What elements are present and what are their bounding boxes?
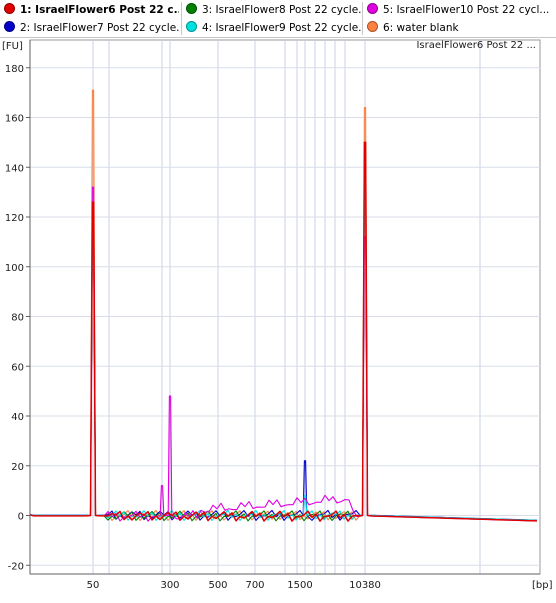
legend-item-label: 3: IsraelFlower8 Post 22 cycle... xyxy=(202,4,361,16)
legend-marker-icon xyxy=(367,21,378,32)
legend-item-sample-6[interactable]: 6: water blank xyxy=(367,19,555,37)
y-tick-label: 40 xyxy=(11,412,24,423)
legend-item-label: 6: water blank xyxy=(383,22,459,34)
y-tick-label: 180 xyxy=(5,64,24,75)
legend-item-sample-2[interactable]: 2: IsraelFlower7 Post 22 cycle... xyxy=(4,19,179,37)
x-tick-label: 50 xyxy=(87,580,100,591)
y-tick-label: -20 xyxy=(8,561,24,572)
legend-item-label: 2: IsraelFlower7 Post 22 cycle... xyxy=(20,22,179,34)
legend-item-sample-5[interactable]: 5: IsraelFlower10 Post 22 cycl... xyxy=(367,1,555,19)
y-tick-label: 0 xyxy=(18,512,24,523)
legend-item-label: 1: IsraelFlower6 Post 22 c... xyxy=(20,4,179,16)
y-unit-label: [FU] xyxy=(2,41,23,52)
y-tick-label: 100 xyxy=(5,263,24,274)
y-tick-label: 120 xyxy=(5,213,24,224)
legend-item-sample-3[interactable]: 3: IsraelFlower8 Post 22 cycle... xyxy=(186,1,361,19)
legend-item-sample-4[interactable]: 4: IsraelFlower9 Post 22 cycle... xyxy=(186,19,361,37)
x-tick-label: 1500 xyxy=(287,580,312,591)
y-tick-label: 160 xyxy=(5,114,24,125)
legend-marker-icon xyxy=(367,3,378,14)
legend: 1: IsraelFlower6 Post 22 c... 2: IsraelF… xyxy=(0,0,556,38)
legend-separator xyxy=(362,2,363,35)
electropherogram-chart[interactable]: -20 0 20 40 60 80 100 120 140 160 180 50 300 500 700 15… xyxy=(0,37,556,603)
legend-item-sample-1[interactable]: 1: IsraelFlower6 Post 22 c... xyxy=(4,1,179,19)
legend-marker-icon xyxy=(186,3,197,14)
y-tick-label: 80 xyxy=(11,313,24,324)
x-tick-label: 300 xyxy=(160,580,179,591)
x-tick-label: 500 xyxy=(208,580,227,591)
legend-item-label: 4: IsraelFlower9 Post 22 cycle... xyxy=(202,22,361,34)
y-tick-label: 20 xyxy=(11,462,24,473)
x-unit-label: [bp] xyxy=(532,580,553,591)
y-tick-label: 60 xyxy=(11,362,24,373)
legend-marker-icon xyxy=(186,21,197,32)
legend-item-label: 5: IsraelFlower10 Post 22 cycl... xyxy=(383,4,550,16)
selected-sample-label: IsraelFlower6 Post 22 ... xyxy=(416,40,536,51)
x-tick-label: 10380 xyxy=(349,580,381,591)
legend-separator xyxy=(181,2,182,35)
x-tick-label: 700 xyxy=(245,580,264,591)
y-tick-label: 140 xyxy=(5,163,24,174)
legend-marker-icon xyxy=(4,21,15,32)
legend-marker-icon xyxy=(4,3,15,14)
